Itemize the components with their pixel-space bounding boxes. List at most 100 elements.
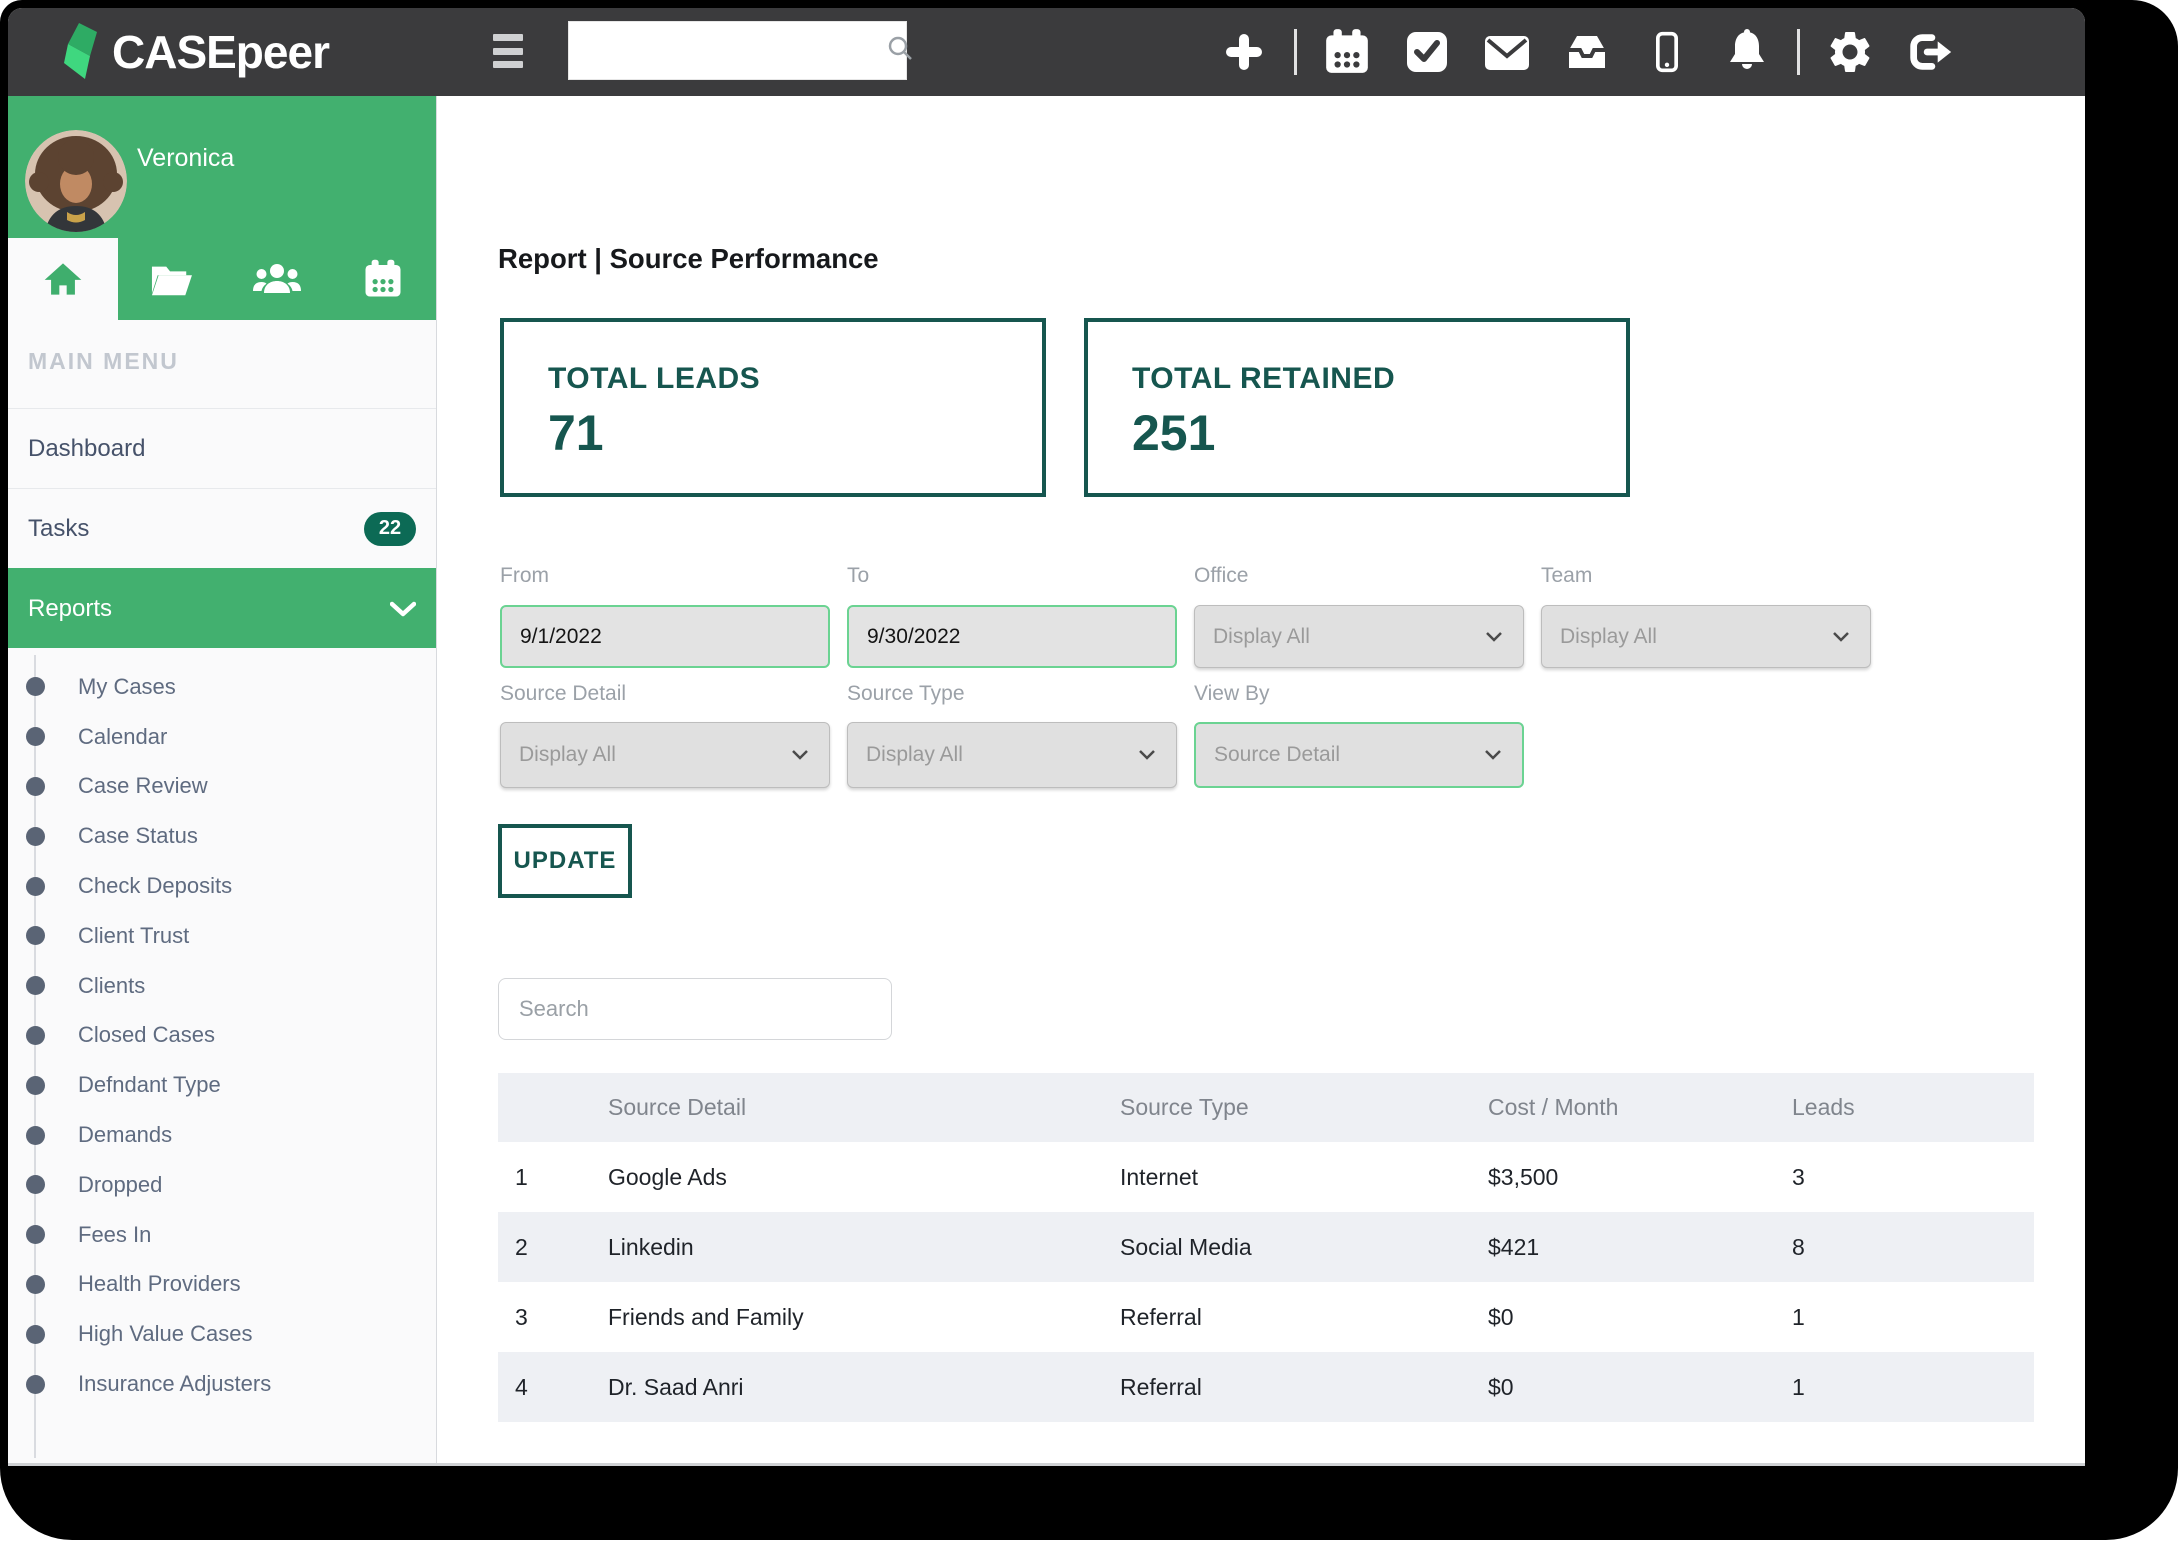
bullet-icon <box>26 677 45 696</box>
tab-home[interactable] <box>8 238 118 320</box>
chevron-down-icon <box>791 743 809 767</box>
sidebar-subitem-health-providers[interactable]: Health Providers <box>8 1260 436 1310</box>
source-detail-select-value: Display All <box>519 743 616 767</box>
team-label: Team <box>1541 564 1592 588</box>
table-row[interactable]: 4 Dr. Saad Anri Referral $0 1 <box>498 1352 2034 1422</box>
cell-source-type: Referral <box>1120 1304 1488 1331</box>
mail-button[interactable] <box>1482 27 1532 77</box>
topbar-actions <box>1204 8 1970 96</box>
sidebar-subitem-calendar[interactable]: Calendar <box>8 712 436 762</box>
cell-leads: 1 <box>1792 1374 2034 1401</box>
add-new-button[interactable] <box>1219 27 1269 77</box>
sidebar-subitem-check-deposits[interactable]: Check Deposits <box>8 861 436 911</box>
cell-source-detail: Linkedin <box>608 1234 1120 1261</box>
sidebar-subitem-case-status[interactable]: Case Status <box>8 811 436 861</box>
sidebar-subitem-client-trust[interactable]: Client Trust <box>8 911 436 961</box>
sidebar-subitem-insurance-adjusters[interactable]: Insurance Adjusters <box>8 1359 436 1409</box>
sidebar-subitem-dropped[interactable]: Dropped <box>8 1160 436 1210</box>
col-leads[interactable]: Leads <box>1792 1094 2034 1121</box>
sidebar-subitem-my-cases[interactable]: My Cases <box>8 662 436 712</box>
screenshot-canvas: CASEpeer <box>0 0 2178 1553</box>
bullet-icon <box>26 877 45 896</box>
sidebar-subitem-high-value-cases[interactable]: High Value Cases <box>8 1309 436 1359</box>
office-select-value: Display All <box>1213 625 1310 649</box>
sidebar-subitem-clients[interactable]: Clients <box>8 961 436 1011</box>
brand-logo[interactable]: CASEpeer <box>62 8 329 96</box>
from-date-input[interactable] <box>500 605 830 668</box>
calendar-button[interactable] <box>1322 27 1372 77</box>
view-by-select[interactable]: Source Detail <box>1194 722 1524 788</box>
bullet-icon <box>26 777 45 796</box>
tab-contacts[interactable] <box>224 238 330 320</box>
stat-label: TOTAL RETAINED <box>1132 362 1626 396</box>
notifications-button[interactable] <box>1722 27 1772 77</box>
top-bar: CASEpeer <box>8 8 2085 96</box>
inbox-button[interactable] <box>1562 27 1612 77</box>
subitem-label: Closed Cases <box>78 1022 215 1048</box>
mobile-button[interactable] <box>1642 27 1692 77</box>
tab-cases[interactable] <box>118 238 224 320</box>
team-select[interactable]: Display All <box>1541 605 1871 668</box>
source-detail-select[interactable]: Display All <box>500 722 830 788</box>
tab-calendar[interactable] <box>330 238 436 320</box>
settings-button[interactable] <box>1825 27 1875 77</box>
table-header-row: Source Detail Source Type Cost / Month L… <box>498 1073 2034 1142</box>
global-search-input[interactable] <box>569 22 885 79</box>
cell-cost: $3,500 <box>1488 1164 1792 1191</box>
table-row[interactable]: 1 Google Ads Internet $3,500 3 <box>498 1142 2034 1212</box>
bullet-icon <box>26 1225 45 1244</box>
cell-leads: 8 <box>1792 1234 2034 1261</box>
cell-source-detail: Friends and Family <box>608 1304 1120 1331</box>
sidebar-subitem-defndant-type[interactable]: Defndant Type <box>8 1060 436 1110</box>
brand-name: CASEpeer <box>112 25 329 79</box>
subitem-label: Defndant Type <box>78 1072 221 1098</box>
sidebar-subitem-fees-in[interactable]: Fees In <box>8 1210 436 1260</box>
menu-hamburger-icon[interactable] <box>493 34 523 68</box>
table-search-input[interactable] <box>498 978 892 1040</box>
subitem-label: High Value Cases <box>78 1321 252 1347</box>
to-date-input[interactable] <box>847 605 1177 668</box>
update-button[interactable]: UPDATE <box>498 824 632 898</box>
cell-cost: $421 <box>1488 1234 1792 1261</box>
row-number: 3 <box>498 1304 608 1331</box>
user-avatar[interactable] <box>25 130 127 232</box>
global-search <box>568 21 907 80</box>
view-by-label: View By <box>1194 682 1269 706</box>
sidebar-item-label: Dashboard <box>28 435 145 463</box>
subitem-label: Check Deposits <box>78 873 232 899</box>
logout-button[interactable] <box>1905 27 1955 77</box>
cell-leads: 1 <box>1792 1304 2034 1331</box>
sidebar-tabs <box>8 238 436 320</box>
bullet-icon <box>26 976 45 995</box>
tasks-button[interactable] <box>1402 27 1452 77</box>
search-icon <box>885 33 915 68</box>
bullet-icon <box>26 1175 45 1194</box>
topbar-divider <box>1294 29 1297 75</box>
sidebar-subitem-case-review[interactable]: Case Review <box>8 762 436 812</box>
source-type-select[interactable]: Display All <box>847 722 1177 788</box>
col-cost-month[interactable]: Cost / Month <box>1488 1094 1792 1121</box>
table-row[interactable]: 2 Linkedin Social Media $421 8 <box>498 1212 2034 1282</box>
sidebar-item-reports[interactable]: Reports <box>8 568 436 648</box>
main-content: Report | Source Performance TOTAL LEADS … <box>438 96 2085 1463</box>
tasks-count-badge: 22 <box>364 512 416 546</box>
subitem-label: Case Status <box>78 823 198 849</box>
sidebar-item-label: Reports <box>28 595 112 623</box>
to-label: To <box>847 564 869 588</box>
chevron-down-icon <box>1484 743 1502 767</box>
sidebar-subitem-demands[interactable]: Demands <box>8 1110 436 1160</box>
table-row[interactable]: 3 Friends and Family Referral $0 1 <box>498 1282 2034 1352</box>
cell-source-type: Social Media <box>1120 1234 1488 1261</box>
view-by-select-value: Source Detail <box>1214 743 1340 767</box>
office-select[interactable]: Display All <box>1194 605 1524 668</box>
sidebar-item-tasks[interactable]: Tasks 22 <box>8 488 436 568</box>
from-label: From <box>500 564 549 588</box>
col-source-detail[interactable]: Source Detail <box>608 1094 1120 1121</box>
col-source-type[interactable]: Source Type <box>1120 1094 1488 1121</box>
stat-label: TOTAL LEADS <box>548 362 1042 396</box>
cell-source-type: Referral <box>1120 1374 1488 1401</box>
subitem-label: Clients <box>78 973 145 999</box>
topbar-divider <box>1797 29 1800 75</box>
sidebar-item-dashboard[interactable]: Dashboard <box>8 408 436 488</box>
sidebar-subitem-closed-cases[interactable]: Closed Cases <box>8 1011 436 1061</box>
